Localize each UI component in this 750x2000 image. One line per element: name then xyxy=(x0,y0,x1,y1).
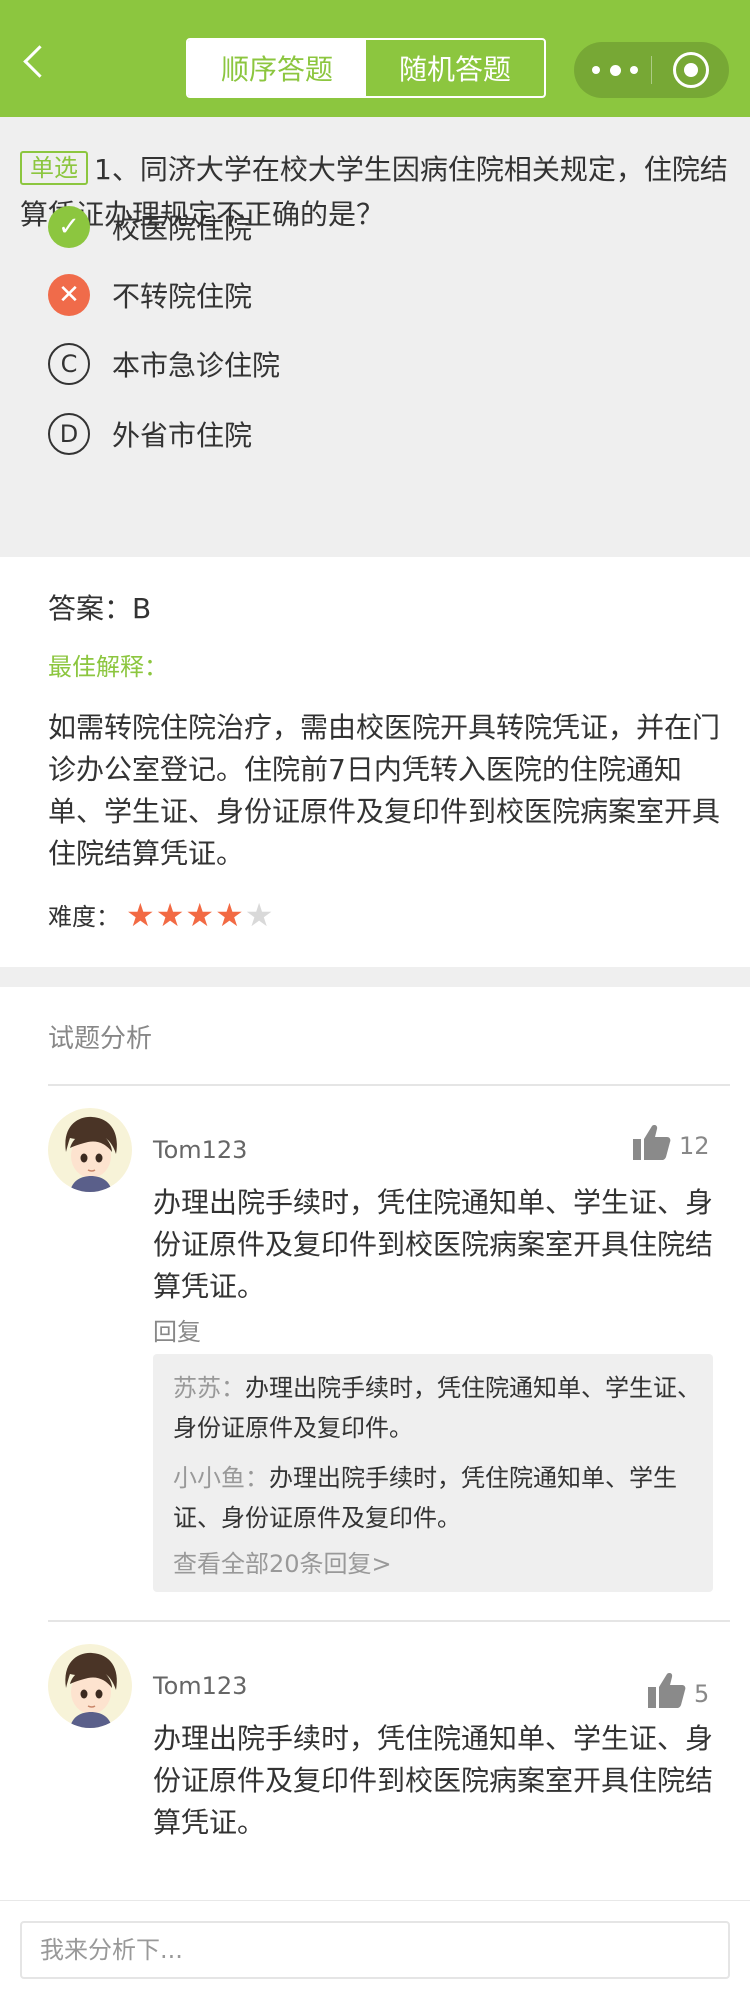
view-all-replies-link[interactable]: 查看全部20条回复> xyxy=(173,1544,392,1579)
divider xyxy=(48,1620,730,1622)
reply-item: 小小鱼：办理出院手续时，凭住院通知单、学生证、身份证原件及复印件。 xyxy=(173,1458,713,1538)
option-b[interactable]: ✕ 不转院住院 xyxy=(48,273,252,317)
tab-sequential[interactable]: 顺序答题 xyxy=(188,40,366,96)
cross-icon: ✕ xyxy=(48,274,90,316)
star-empty-icon: ★ xyxy=(244,895,274,934)
avatar[interactable] xyxy=(48,1108,132,1192)
section-gap xyxy=(0,967,750,987)
reply-text: 办理出院手续时，凭住院通知单、学生证、身份证原件及复印件。 xyxy=(173,1374,701,1442)
reply-author: 小小鱼： xyxy=(173,1464,269,1492)
reply-item: 苏苏：办理出院手续时，凭住院通知单、学生证、身份证原件及复印件。 xyxy=(173,1368,713,1448)
star-filled-icon: ★ xyxy=(155,895,185,934)
comment-body: 办理出院手续时，凭住院通知单、学生证、身份证原件及复印件到校医院病案室开具住院结… xyxy=(153,1722,714,1839)
option-a[interactable]: ✓ 校医院住院 xyxy=(48,205,252,249)
thumb-up-icon xyxy=(648,1673,686,1708)
reply-author: 苏苏： xyxy=(173,1374,245,1402)
tab-random[interactable]: 随机答题 xyxy=(366,40,544,96)
reply-list: 苏苏：办理出院手续时，凭住院通知单、学生证、身份证原件及复印件。 小小鱼：办理出… xyxy=(153,1354,713,1592)
mode-tabs: 顺序答题 随机答题 xyxy=(186,38,546,98)
check-icon: ✓ xyxy=(48,206,90,248)
star-filled-icon: ★ xyxy=(185,895,215,934)
comment-body: 办理出院手续时，凭住院通知单、学生证、身份证原件及复印件到校医院病案室开具住院结… xyxy=(153,1186,714,1303)
question-section: 单选 1、同济大学在校大学生因病住院相关规定，住院结算凭证办理规定不正确的是？ ✓… xyxy=(0,117,750,557)
comment-input-bar xyxy=(0,1900,750,2000)
capsule-divider xyxy=(651,56,652,84)
like-count: 12 xyxy=(679,1132,710,1160)
question-type-badge: 单选 xyxy=(20,151,88,185)
thumb-up-icon xyxy=(633,1125,671,1160)
more-dots-icon[interactable] xyxy=(592,56,638,84)
option-label: 外省市住院 xyxy=(112,419,253,452)
back-arrow-icon[interactable] xyxy=(18,42,54,82)
close-target-icon[interactable] xyxy=(673,52,709,88)
difficulty-rating: 难度： ★ ★ ★ ★ ★ xyxy=(48,897,274,932)
difficulty-stars: ★ ★ ★ ★ ★ xyxy=(126,899,274,931)
option-d[interactable]: D 外省市住院 xyxy=(48,412,252,456)
comment-username: Tom123 xyxy=(153,1136,248,1164)
star-filled-icon: ★ xyxy=(215,895,244,934)
mini-program-capsule xyxy=(574,42,729,98)
answer-label: 答案：B xyxy=(48,592,152,625)
best-explanation-label: 最佳解释： xyxy=(48,653,168,681)
comment-username: Tom123 xyxy=(153,1672,248,1700)
difficulty-label: 难度： xyxy=(48,903,120,931)
star-filled-icon: ★ xyxy=(126,895,155,934)
like-count: 5 xyxy=(694,1680,710,1708)
divider xyxy=(48,1084,730,1086)
avatar[interactable] xyxy=(48,1644,132,1728)
option-label: 校医院住院 xyxy=(112,212,253,245)
answer-section: 答案：B 最佳解释： 如需转院住院治疗，需由校医院开具转院凭证，并在门诊办公室登… xyxy=(0,557,750,967)
option-label: 不转院住院 xyxy=(112,280,253,313)
option-marker-d: D xyxy=(48,413,90,455)
explanation-text: 如需转院住院治疗，需由校医院开具转院凭证，并在门诊办公室登记。住院前7日内凭转入… xyxy=(48,711,721,870)
option-c[interactable]: C 本市急诊住院 xyxy=(48,342,280,386)
option-label: 本市急诊住院 xyxy=(112,349,281,382)
analysis-input[interactable] xyxy=(20,1921,730,1979)
analysis-title: 试题分析 xyxy=(48,1024,153,1054)
option-marker-c: C xyxy=(48,343,90,385)
reply-button[interactable]: 回复 xyxy=(153,1312,201,1347)
like-button[interactable]: 5 xyxy=(648,1672,709,1708)
like-button[interactable]: 12 xyxy=(633,1124,710,1160)
top-nav-bar: 顺序答题 随机答题 xyxy=(0,0,750,117)
